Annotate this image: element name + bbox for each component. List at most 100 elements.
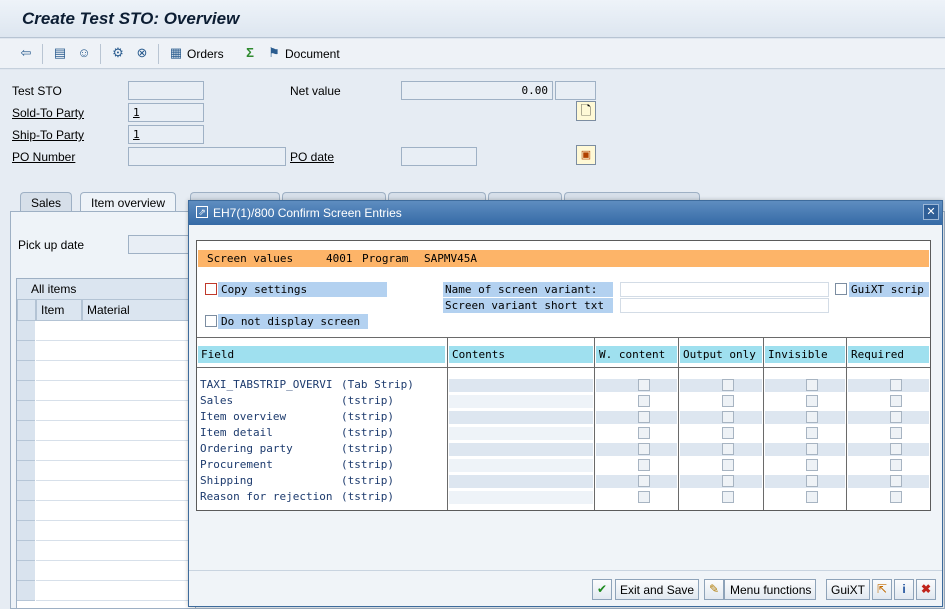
availability-icon[interactable]: ⚙ bbox=[110, 45, 126, 61]
orders-button[interactable]: Orders bbox=[187, 47, 224, 61]
guixt-button[interactable]: GuiXT bbox=[826, 579, 871, 600]
required-checkbox[interactable] bbox=[890, 443, 902, 455]
w-content-checkbox[interactable] bbox=[638, 411, 650, 423]
exit-save-button[interactable]: Exit and Save bbox=[615, 579, 700, 600]
no-display-checkbox[interactable] bbox=[205, 315, 217, 327]
table-row[interactable] bbox=[36, 381, 196, 401]
table-row[interactable] bbox=[36, 441, 196, 461]
row-selector[interactable] bbox=[17, 521, 35, 541]
table-row[interactable] bbox=[36, 481, 196, 501]
contents-cell[interactable] bbox=[449, 443, 593, 456]
table-row[interactable] bbox=[36, 541, 196, 561]
invisible-checkbox[interactable] bbox=[806, 475, 818, 487]
w-content-checkbox[interactable] bbox=[638, 459, 650, 471]
table-row[interactable] bbox=[36, 401, 196, 421]
tab-item-overview[interactable]: Item overview bbox=[80, 192, 177, 212]
document-button[interactable]: Document bbox=[285, 47, 340, 61]
table-row[interactable] bbox=[36, 421, 196, 441]
output-only-checkbox[interactable] bbox=[722, 491, 734, 503]
output-only-checkbox[interactable] bbox=[722, 427, 734, 439]
header-icon[interactable]: ▤ bbox=[52, 45, 68, 61]
table-row[interactable] bbox=[36, 521, 196, 541]
w-content-checkbox[interactable] bbox=[638, 491, 650, 503]
column-header-material[interactable]: Material bbox=[82, 299, 195, 321]
menu-functions-button[interactable]: Menu functions bbox=[724, 579, 817, 600]
wand-icon[interactable]: ✎ bbox=[704, 579, 724, 600]
required-checkbox[interactable] bbox=[890, 411, 902, 423]
row-selector[interactable] bbox=[17, 501, 35, 521]
po-date-field[interactable] bbox=[401, 147, 477, 166]
table-row[interactable] bbox=[36, 341, 196, 361]
contents-cell[interactable] bbox=[449, 411, 593, 424]
table-row[interactable] bbox=[36, 461, 196, 481]
output-only-checkbox[interactable] bbox=[722, 475, 734, 487]
sum-icon[interactable]: Σ bbox=[242, 45, 258, 61]
variant-short-input[interactable] bbox=[620, 298, 829, 313]
row-selector[interactable] bbox=[17, 421, 35, 441]
contents-cell[interactable] bbox=[449, 491, 593, 504]
row-selector[interactable] bbox=[17, 341, 35, 361]
cancel-icon[interactable]: ✖ bbox=[916, 579, 936, 600]
table-row[interactable] bbox=[36, 581, 196, 601]
orders-icon[interactable]: ▦ bbox=[168, 45, 184, 61]
required-checkbox[interactable] bbox=[890, 491, 902, 503]
required-checkbox[interactable] bbox=[890, 459, 902, 471]
row-selector[interactable] bbox=[17, 461, 35, 481]
invisible-checkbox[interactable] bbox=[806, 379, 818, 391]
row-selector[interactable] bbox=[17, 481, 35, 501]
output-only-checkbox[interactable] bbox=[722, 459, 734, 471]
guixt-checkbox[interactable] bbox=[835, 283, 847, 295]
invisible-checkbox[interactable] bbox=[806, 427, 818, 439]
variant-name-input[interactable] bbox=[620, 282, 829, 297]
contents-cell[interactable] bbox=[449, 395, 593, 408]
delete-icon[interactable]: ⊗ bbox=[134, 45, 150, 61]
output-only-checkbox[interactable] bbox=[722, 395, 734, 407]
row-selector[interactable] bbox=[17, 581, 35, 601]
invisible-checkbox[interactable] bbox=[806, 459, 818, 471]
po-number-field[interactable] bbox=[128, 147, 286, 166]
row-selector[interactable] bbox=[17, 381, 35, 401]
check-icon[interactable]: ✔ bbox=[592, 579, 612, 600]
required-checkbox[interactable] bbox=[890, 379, 902, 391]
table-row[interactable] bbox=[36, 561, 196, 581]
contents-cell[interactable] bbox=[449, 427, 593, 440]
w-content-checkbox[interactable] bbox=[638, 395, 650, 407]
display-change-icon[interactable]: ⇦ bbox=[18, 45, 34, 61]
select-all-cell[interactable] bbox=[17, 299, 36, 321]
invisible-checkbox[interactable] bbox=[806, 411, 818, 423]
document-icon[interactable]: 🗋 bbox=[576, 101, 596, 121]
ship-to-field[interactable]: 1 bbox=[128, 125, 204, 144]
table-row[interactable] bbox=[36, 321, 196, 341]
w-content-checkbox[interactable] bbox=[638, 443, 650, 455]
row-selector[interactable] bbox=[17, 361, 35, 381]
info-icon[interactable]: i bbox=[894, 579, 914, 600]
document-icon[interactable]: ⚑ bbox=[266, 45, 282, 61]
table-row[interactable] bbox=[36, 501, 196, 521]
close-icon[interactable]: ✕ bbox=[923, 204, 939, 220]
table-row[interactable] bbox=[36, 361, 196, 381]
required-checkbox[interactable] bbox=[890, 475, 902, 487]
invisible-checkbox[interactable] bbox=[806, 491, 818, 503]
test-sto-field[interactable] bbox=[128, 81, 204, 100]
row-selector[interactable] bbox=[17, 561, 35, 581]
column-header-item[interactable]: Item bbox=[36, 299, 82, 321]
partner-icon[interactable]: ☺ bbox=[76, 45, 92, 61]
output-only-checkbox[interactable] bbox=[722, 379, 734, 391]
row-selector[interactable] bbox=[17, 541, 35, 561]
contents-cell[interactable] bbox=[449, 459, 593, 472]
output-only-checkbox[interactable] bbox=[722, 411, 734, 423]
tab-sales[interactable]: Sales bbox=[20, 192, 73, 212]
export-icon[interactable]: ⇱ bbox=[872, 579, 892, 600]
contents-cell[interactable] bbox=[449, 379, 593, 392]
sold-to-field[interactable]: 1 bbox=[128, 103, 204, 122]
row-selector[interactable] bbox=[17, 401, 35, 421]
required-checkbox[interactable] bbox=[890, 395, 902, 407]
w-content-checkbox[interactable] bbox=[638, 475, 650, 487]
w-content-checkbox[interactable] bbox=[638, 427, 650, 439]
invisible-checkbox[interactable] bbox=[806, 395, 818, 407]
invisible-checkbox[interactable] bbox=[806, 443, 818, 455]
output-only-checkbox[interactable] bbox=[722, 443, 734, 455]
contents-cell[interactable] bbox=[449, 475, 593, 488]
w-content-checkbox[interactable] bbox=[638, 379, 650, 391]
row-selector[interactable] bbox=[17, 321, 35, 341]
